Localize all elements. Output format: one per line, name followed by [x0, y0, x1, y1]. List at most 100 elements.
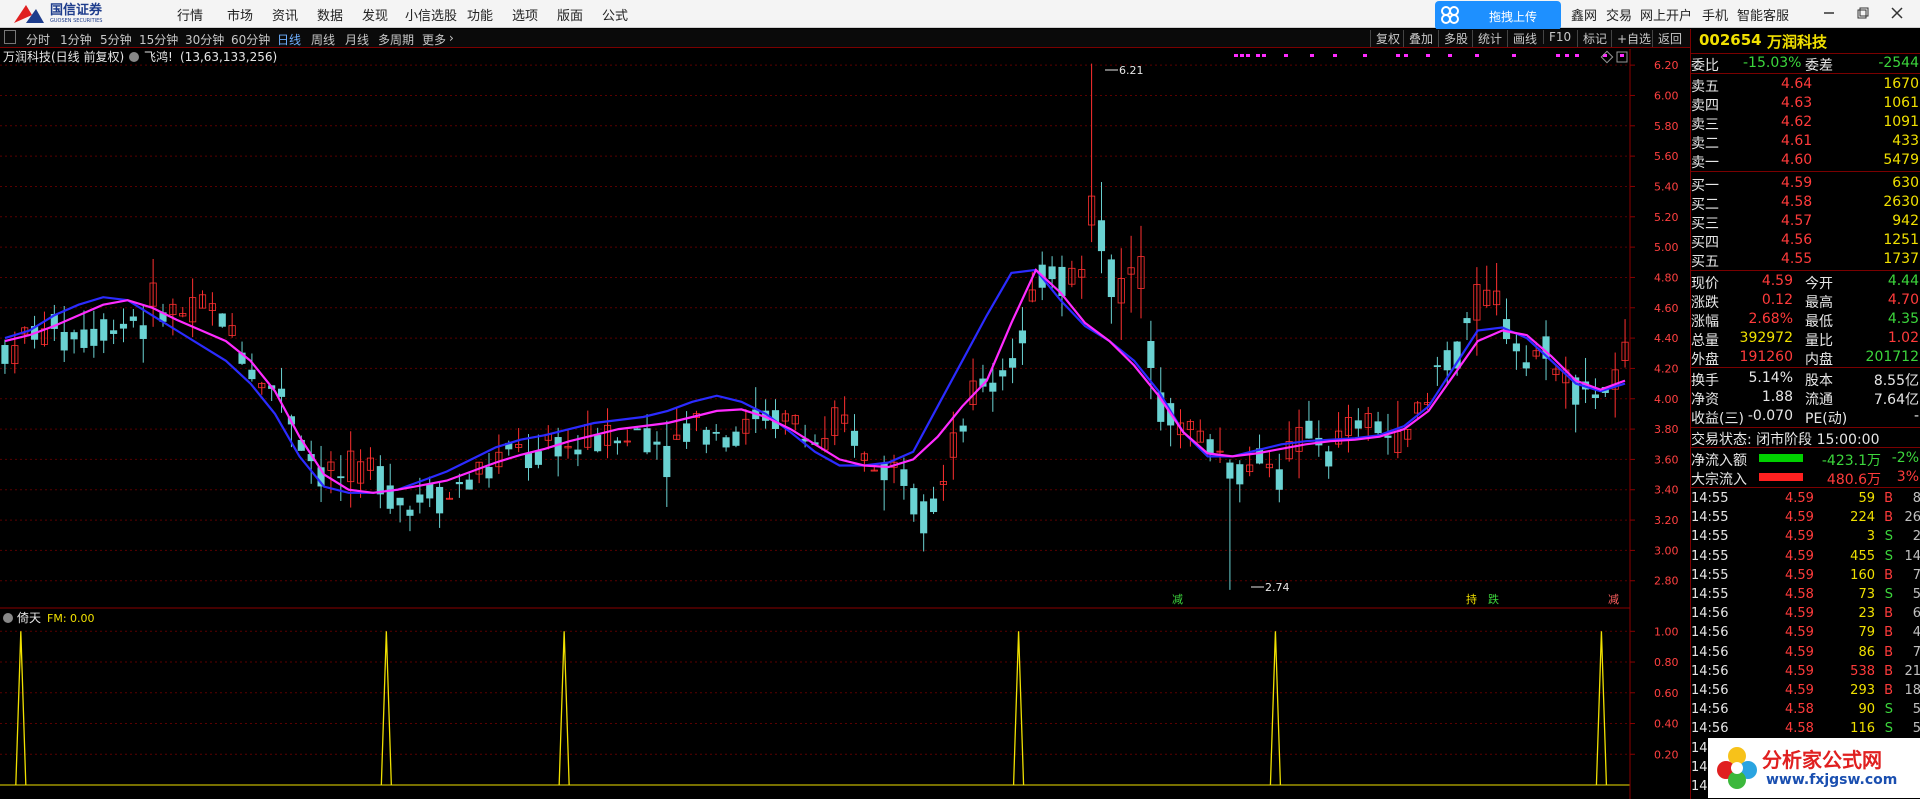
- tab-period-30min[interactable]: 30分钟: [185, 31, 224, 48]
- btn-multi-stock[interactable]: 多股: [1438, 30, 1468, 47]
- flow-row: 大宗流入 480.6万 3%: [1691, 468, 1920, 488]
- tick-row: 14:55 4.59 59 B 8: [1691, 490, 1920, 509]
- menu-trade[interactable]: 交易: [1606, 5, 1632, 24]
- btn-statistics[interactable]: 统计: [1472, 30, 1502, 47]
- tick-volume: 79: [1858, 625, 1875, 641]
- menu-xinwang[interactable]: 鑫网: [1571, 5, 1597, 24]
- watermark: 分析家公式网 www.fxjgsw.com: [1708, 738, 1920, 798]
- candle: [594, 427, 602, 453]
- btn-f10[interactable]: F10: [1543, 30, 1571, 44]
- tick-price: 4.58: [1785, 702, 1814, 718]
- menu-options[interactable]: 选项: [512, 5, 538, 24]
- price-tick-label: 5.00: [1654, 241, 1679, 254]
- tab-period-weekly[interactable]: 周线: [311, 31, 335, 48]
- menu-mobile[interactable]: 手机: [1702, 5, 1728, 24]
- tick-time: 14:55: [1691, 567, 1729, 583]
- quote-label: 外盘: [1691, 352, 1719, 368]
- bid-level: 买四 4.56 1251: [1691, 231, 1920, 251]
- tick-count: 7: [1912, 644, 1920, 660]
- ask-price: 4.60: [1781, 152, 1813, 168]
- tick-row: 14:55 4.59 224 B 26: [1691, 509, 1920, 528]
- quote-row: 外盘 191260 内盘 201712: [1691, 348, 1920, 368]
- candle: [1, 339, 9, 374]
- settings-gear-icon[interactable]: [129, 52, 139, 62]
- candle: [1285, 421, 1293, 462]
- tick-volume: 90: [1858, 702, 1875, 718]
- tab-period-fenshi[interactable]: 分时: [26, 31, 50, 48]
- tab-period-daily[interactable]: 日线: [277, 31, 301, 48]
- flow-label: 大宗流入: [1691, 472, 1747, 488]
- close-icon[interactable]: [1890, 6, 1904, 20]
- candle: [1117, 248, 1125, 341]
- ask-level: 卖二 4.61 433: [1691, 132, 1920, 152]
- tab-period-multi[interactable]: 多周期: [378, 31, 414, 48]
- menu-news[interactable]: 资讯: [272, 5, 298, 24]
- menu-formula[interactable]: 公式: [602, 5, 628, 24]
- menu-data[interactable]: 数据: [317, 5, 343, 24]
- panel-toggle-icon[interactable]: [4, 30, 16, 44]
- indicator-tick-label: 0.20: [1654, 748, 1679, 761]
- menu-stock-picker[interactable]: 小信选股: [405, 5, 457, 24]
- tick-row: 14:56 4.59 23 B 6: [1691, 605, 1920, 624]
- flow-percent: -2%: [1891, 450, 1919, 466]
- candle: [445, 491, 454, 500]
- chevron-right-icon[interactable]: ›: [449, 31, 454, 45]
- tab-period-15min[interactable]: 15分钟: [139, 31, 178, 48]
- restore-icon[interactable]: [1856, 6, 1870, 20]
- bid-level: 买三 4.57 942: [1691, 212, 1920, 232]
- indicator-tick-label: 0.80: [1654, 656, 1679, 669]
- flow-value: -423.1万: [1821, 453, 1881, 469]
- candlestick-chart[interactable]: 6.20 6.00 5.80 5.60 5.40 5.20 5.00 4.80 4.60 4.40…: [0, 49, 1690, 609]
- menu-layout[interactable]: 版面: [557, 5, 583, 24]
- indicator-spike: [380, 631, 392, 786]
- candle: [218, 313, 226, 328]
- tab-period-monthly[interactable]: 月线: [345, 31, 369, 48]
- tick-price: 4.59: [1785, 510, 1814, 526]
- candle: [406, 505, 414, 532]
- flow-bar: [1759, 473, 1803, 481]
- flow-label: 净流入额: [1691, 453, 1747, 469]
- candle: [1502, 298, 1511, 345]
- trade-status-row: 交易状态: 闭市阶段 15:00:00: [1691, 428, 1920, 448]
- btn-fuquan[interactable]: 复权: [1370, 30, 1400, 47]
- tab-period-5min[interactable]: 5分钟: [100, 31, 132, 48]
- btn-mark[interactable]: 标记: [1577, 30, 1607, 47]
- menu-open-account[interactable]: 网上开户: [1640, 5, 1692, 24]
- indicator-chart[interactable]: 1.00 0.80 0.60 0.40 0.20 倚天 FM: 0.00: [0, 609, 1690, 799]
- tick-price: 4.59: [1785, 625, 1814, 641]
- quote-value: 201712: [1865, 349, 1919, 365]
- tick-volume: 455: [1850, 548, 1875, 564]
- flow-row: 净流入额 -423.1万 -2%: [1691, 449, 1920, 469]
- candle: [139, 304, 147, 363]
- candle: [1018, 307, 1027, 365]
- tick-time: 14:56: [1691, 721, 1729, 737]
- quote-label: 现价: [1691, 276, 1719, 292]
- menu-quotes[interactable]: 行情: [177, 5, 203, 24]
- tick-side: B: [1884, 683, 1893, 698]
- btn-back[interactable]: 返回: [1652, 30, 1682, 47]
- candle: [119, 308, 128, 343]
- btn-draw-line[interactable]: 画线: [1507, 30, 1537, 47]
- price-tick-label: 4.20: [1654, 362, 1679, 375]
- tick-volume: 73: [1858, 587, 1875, 602]
- info-label: 净资: [1691, 392, 1719, 408]
- drag-upload-button[interactable]: 拖拽上传: [1435, 1, 1561, 30]
- brand-logo: 国信证券 GUOSEN SECURITIES: [10, 2, 102, 26]
- quote-row: 现价 4.59 今开 4.44: [1691, 272, 1920, 292]
- candle: [347, 431, 355, 508]
- menu-discover[interactable]: 发现: [362, 5, 388, 24]
- menu-market[interactable]: 市场: [227, 5, 253, 24]
- tab-period-60min[interactable]: 60分钟: [231, 31, 270, 48]
- minimize-icon[interactable]: [1822, 6, 1836, 20]
- tab-period-more[interactable]: 更多: [422, 31, 446, 48]
- quote-value: 1.02: [1887, 330, 1919, 346]
- menu-smart-service[interactable]: 智能客服: [1737, 5, 1789, 24]
- indicator-gear-icon[interactable]: [3, 613, 13, 623]
- indicator-axis: 1.00 0.80 0.60 0.40 0.20: [1630, 625, 1679, 761]
- price-tick-label: 6.20: [1654, 59, 1679, 72]
- btn-add-watchlist[interactable]: +自选: [1611, 30, 1651, 47]
- menu-functions[interactable]: 功能: [467, 5, 493, 24]
- btn-overlay[interactable]: 叠加: [1403, 30, 1433, 47]
- tick-volume: 23: [1858, 606, 1875, 622]
- tab-period-1min[interactable]: 1分钟: [60, 31, 92, 48]
